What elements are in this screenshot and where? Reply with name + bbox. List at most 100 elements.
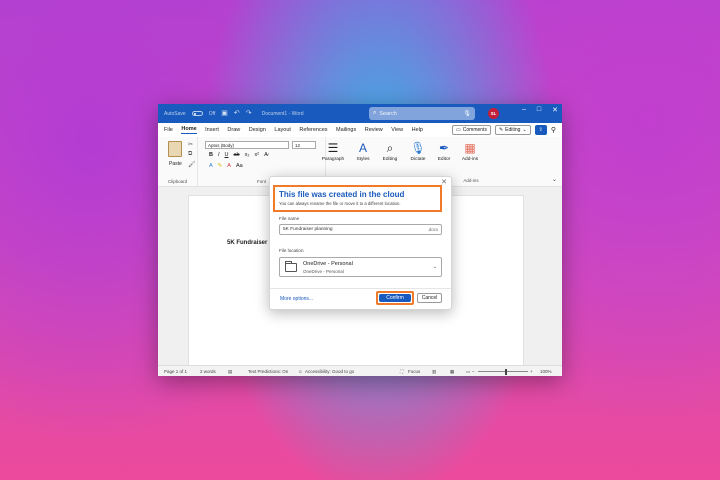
avatar[interactable]: SL — [488, 108, 499, 119]
styles-button[interactable]: A Styles — [351, 141, 375, 162]
clipboard-label: Clipboard — [167, 179, 188, 184]
underline-button[interactable]: U — [225, 152, 229, 158]
change-case-icon[interactable]: Aa — [236, 163, 243, 169]
microphone-icon[interactable]: 🎙 — [463, 110, 471, 117]
editor-label: Editor — [437, 157, 451, 162]
text-effects-icon[interactable]: A — [209, 163, 213, 169]
tab-help[interactable]: Help — [412, 127, 423, 133]
save-dialog: ✕ This file was created in the cloud You… — [269, 176, 452, 310]
close-icon[interactable]: ✕ — [552, 106, 558, 114]
zoom-in-icon[interactable]: + — [530, 369, 533, 374]
tab-view[interactable]: View — [391, 127, 403, 133]
accessibility-icon: ☺ — [298, 369, 303, 374]
addins-group-label: Add-ins — [463, 178, 479, 183]
paste-button[interactable]: Paste — [169, 161, 182, 167]
zoom-level[interactable]: 100% — [540, 369, 552, 374]
tab-references[interactable]: References — [299, 127, 327, 133]
search-box[interactable]: ⌕ 🎙 — [369, 107, 475, 120]
dictate-button[interactable]: 🎙 Dictate — [406, 141, 430, 162]
editing-mode-button[interactable]: ✎ Editing ⌄ — [494, 125, 531, 135]
minimize-icon[interactable]: – — [522, 106, 526, 114]
dialog-close-icon[interactable]: ✕ — [441, 178, 447, 186]
font-name-select[interactable]: Aptos (Body) — [205, 141, 289, 149]
strikethrough-button[interactable]: ab — [234, 152, 240, 158]
zoom-out-icon[interactable]: – — [472, 369, 475, 374]
file-extension: .docx — [427, 227, 438, 232]
editing-button[interactable]: ⌕ Editing — [378, 141, 402, 162]
print-layout-icon[interactable]: ▦ — [450, 369, 454, 375]
tab-mailings[interactable]: Mailings — [336, 127, 356, 133]
copilot-icon[interactable]: ⚲ — [551, 126, 556, 134]
format-painter-icon[interactable]: 🖌 — [188, 161, 196, 168]
web-layout-icon[interactable]: ▭ — [466, 369, 470, 375]
tab-insert[interactable]: Insert — [205, 127, 219, 133]
zoom-slider-thumb[interactable] — [505, 368, 507, 375]
ribbon-collapse-icon[interactable]: ⌄ — [552, 176, 557, 183]
file-location-label: File location — [279, 248, 304, 253]
confirm-highlight: Confirm — [376, 291, 414, 305]
editing-mode-label: Editing — [505, 127, 521, 133]
maximize-icon[interactable]: □ — [537, 106, 541, 114]
copy-icon[interactable]: ⧉ — [188, 151, 192, 158]
tab-home[interactable]: Home — [181, 126, 197, 134]
more-options-link[interactable]: More options... — [280, 296, 313, 302]
cancel-button[interactable]: Cancel — [417, 293, 442, 303]
undo-icon[interactable]: ↶ — [234, 110, 240, 117]
paragraph-label: Paragraph — [321, 157, 345, 162]
file-name-value: 5K Fundraiser planning — [283, 227, 333, 232]
tab-file[interactable]: File — [164, 127, 173, 133]
read-mode-icon[interactable]: ▥ — [432, 369, 436, 375]
styles-label: Styles — [356, 157, 370, 162]
focus-button[interactable]: Focus — [408, 369, 420, 374]
file-name-field[interactable]: 5K Fundraiser planning .docx — [279, 224, 442, 235]
editor-icon: ✒ — [438, 141, 450, 155]
clear-format-icon[interactable]: A̷ — [264, 152, 268, 158]
tab-layout[interactable]: Layout — [274, 127, 291, 133]
dialog-title: This file was created in the cloud — [279, 190, 405, 199]
page-count[interactable]: Page 1 of 1 — [164, 369, 187, 374]
superscript-button[interactable]: x² — [255, 152, 260, 158]
proofing-icon[interactable]: ▤ — [228, 369, 232, 375]
file-location-select[interactable]: OneDrive - Personal OneDrive - Personal … — [279, 257, 442, 277]
paragraph-button[interactable]: ☰ Paragraph — [321, 141, 345, 162]
tab-draw[interactable]: Draw — [227, 127, 240, 133]
location-subtitle: OneDrive - Personal — [303, 269, 344, 274]
cut-icon[interactable]: ✂ — [188, 141, 193, 148]
document-title: Document1 - Word — [261, 110, 304, 117]
paste-icon[interactable] — [168, 141, 182, 157]
comments-button[interactable]: ▭ Comments — [452, 125, 491, 135]
subscript-button[interactable]: x₂ — [245, 152, 250, 158]
redo-icon[interactable]: ↷ — [246, 110, 252, 117]
editor-button[interactable]: ✒ Editor — [432, 141, 456, 162]
highlight-icon[interactable]: ✎ — [218, 163, 223, 169]
search-input[interactable] — [379, 110, 460, 117]
confirm-button[interactable]: Confirm — [379, 294, 411, 302]
zoom-slider[interactable] — [478, 371, 528, 372]
text-predictions[interactable]: Text Predictions: On — [248, 369, 288, 374]
pencil-icon: ✎ — [498, 127, 504, 133]
dialog-header-highlight: This file was created in the cloud You c… — [273, 185, 442, 212]
word-count[interactable]: 2 words — [200, 369, 216, 374]
dialog-subtitle: You can always rename the file or move i… — [279, 201, 401, 206]
dialog-divider — [270, 288, 451, 289]
autosave-state: Off — [208, 110, 216, 117]
autosave-toggle[interactable] — [191, 111, 203, 116]
italic-button[interactable]: I — [218, 152, 220, 158]
share-button[interactable]: ⇪ — [534, 125, 547, 135]
focus-icon: ⛶ — [400, 369, 404, 374]
save-icon[interactable]: ▣ — [221, 110, 228, 117]
document-text[interactable]: 5K Fundraiser — [227, 240, 267, 246]
ribbon-tabs: File Home Insert Draw Design Layout Refe… — [158, 123, 562, 137]
tab-review[interactable]: Review — [365, 127, 383, 133]
addins-button[interactable]: ▦ Add-ins — [458, 141, 482, 162]
comment-icon: ▭ — [456, 127, 461, 133]
file-name-label: File name — [279, 216, 300, 221]
font-size-select[interactable]: 12 — [292, 141, 316, 149]
bold-button[interactable]: B — [209, 152, 213, 158]
editing-label: Editing — [382, 157, 398, 162]
tab-design[interactable]: Design — [249, 127, 266, 133]
font-color-icon[interactable]: A — [227, 163, 231, 169]
title-bar: AutoSave Off ▣ ↶ ↷ Document1 - Word ⌕ 🎙 … — [158, 104, 562, 123]
find-icon: ⌕ — [386, 141, 394, 155]
accessibility-status[interactable]: Accessibility: Good to go — [305, 369, 354, 374]
